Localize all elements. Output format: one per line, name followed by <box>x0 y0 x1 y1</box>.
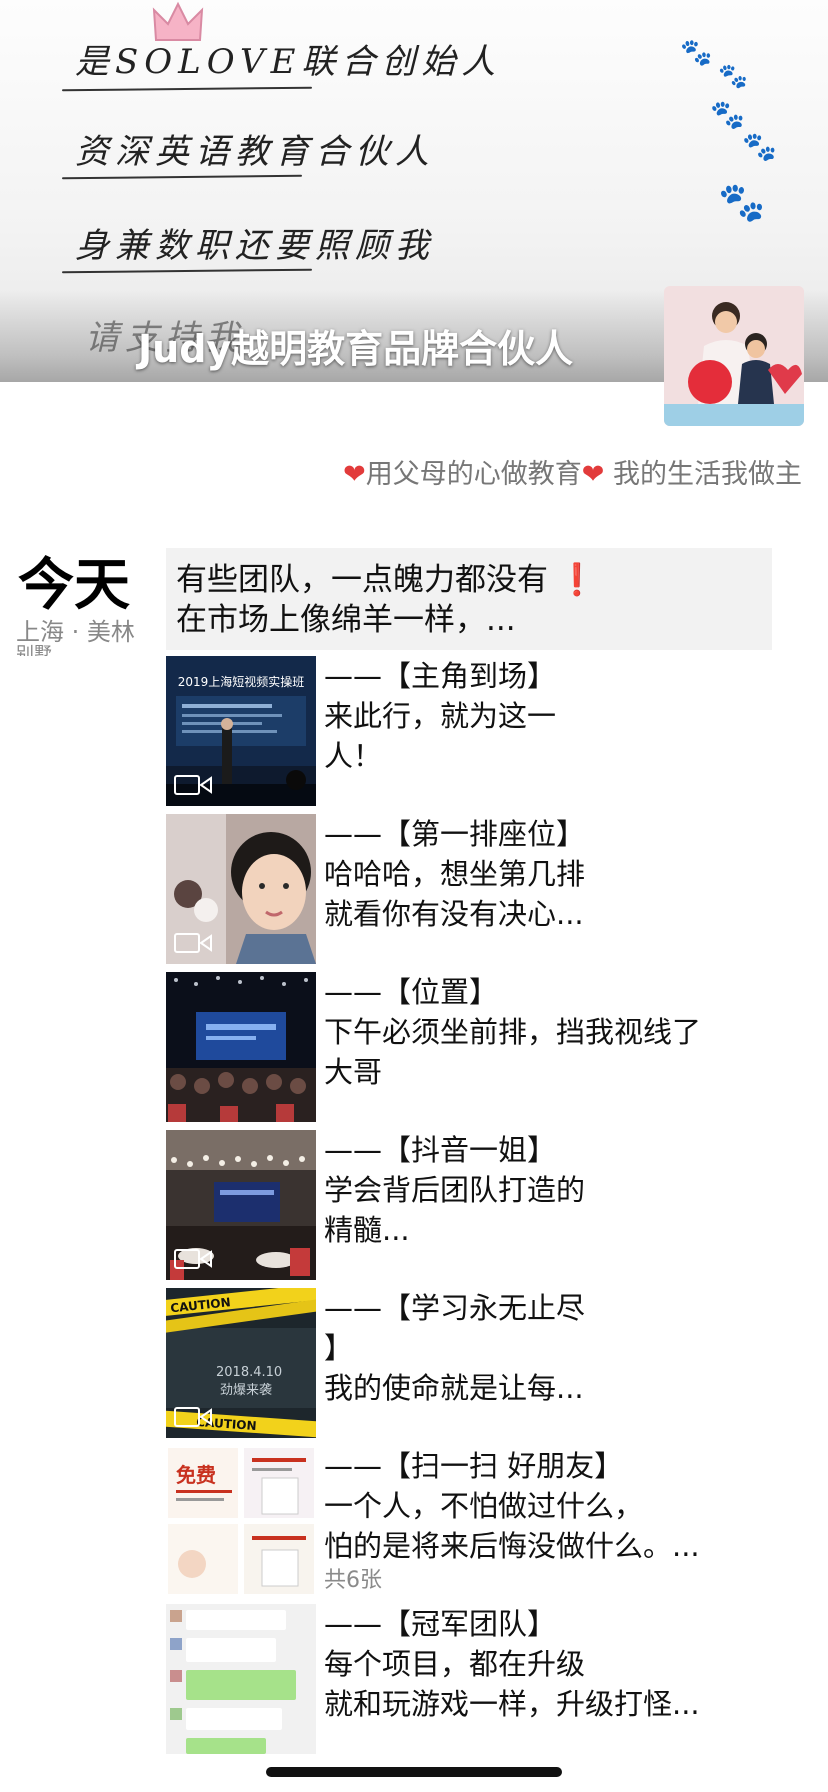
signature-text-1: 用父母的心做教育 <box>365 459 582 490</box>
text-post[interactable]: 有些团队，一点魄力都没有 ❗ 在市场上像绵羊一样，... <box>166 548 772 650</box>
post-caption: ——【第一排座位】 哈哈哈，想坐第几排 就看你有没有决心... <box>324 814 828 934</box>
profile-nickname[interactable]: Judy越明教育品牌合伙人 <box>138 318 573 373</box>
handwriting-line-1: 是SOLOVE联合创始人 <box>75 42 502 82</box>
post-caption: ——【扫一扫 好朋友】 一个人，不怕做过什么， 怕的是将来后悔没做什么。... … <box>324 1446 828 1596</box>
video-icon <box>174 775 212 795</box>
paw-print-icon: 🐾 <box>718 62 748 90</box>
avatar-photo <box>664 286 804 426</box>
post-thumbnail[interactable] <box>166 1130 316 1280</box>
post-date: 今天 <box>18 553 130 618</box>
post-caption: ——【学习永无止尽 】 我的使命就是让每... <box>324 1288 828 1408</box>
flyer-free-text: 免费 <box>176 1463 216 1487</box>
post-location-overflow: 别墅 <box>16 644 52 656</box>
feed-item[interactable]: ——【位置】 下午必须坐前排，挡我视线了 大哥 <box>166 972 806 1122</box>
photo-count: 共6张 <box>324 1568 382 1593</box>
post-thumbnail[interactable] <box>166 814 316 964</box>
thumbnail-label: 2019上海短视频实操班 <box>178 674 305 689</box>
paw-print-icon: 🐾 <box>718 180 766 224</box>
video-icon <box>174 1407 212 1427</box>
chat-screenshot-image <box>166 1604 316 1754</box>
post-thumbnail[interactable] <box>166 1604 316 1754</box>
feed-item[interactable]: ——【抖音一姐】 学会背后团队打造的 精髓... <box>166 1130 806 1280</box>
caption-line: 就看你有没有决心... <box>324 897 584 931</box>
text-post-line-2: 在市场上像绵羊一样，... <box>176 602 516 638</box>
caption-line: 精髓... <box>324 1213 410 1247</box>
caption-line: 下午必须坐前排，挡我视线了 <box>324 1015 702 1049</box>
post-thumbnail[interactable]: CAUTION 2018.4.10 劲爆来袭 CAUTION <box>166 1288 316 1438</box>
feed-item[interactable]: ——【第一排座位】 哈哈哈，想坐第几排 就看你有没有决心... <box>166 814 806 964</box>
handwriting-line-2: 资深英语教育合伙人 <box>75 132 435 172</box>
caption-line: ——【第一排座位】 <box>324 817 586 851</box>
post-thumbnail[interactable] <box>166 972 316 1122</box>
caption-line: 】 <box>324 1331 354 1365</box>
caption-line: 来此行，就为这一 <box>324 699 557 733</box>
feed-item[interactable]: CAUTION 2018.4.10 劲爆来袭 CAUTION ——【学习永无止尽… <box>166 1288 806 1438</box>
caption-line: 大哥 <box>324 1055 383 1089</box>
handwriting-underline <box>61 86 313 92</box>
paw-print-icon: 🐾 <box>710 98 745 131</box>
exclamation-icon: ❗ <box>557 562 597 598</box>
video-icon <box>174 1249 212 1269</box>
post-caption: ——【主角到场】 来此行，就为这一 人！ <box>324 656 828 776</box>
caption-line: 人！ <box>324 739 383 773</box>
post-thumbnail[interactable]: 免费 <box>166 1446 316 1596</box>
handwriting-underline <box>61 174 303 180</box>
paw-print-icon: 🐾 <box>742 130 777 163</box>
text-post-line-1: 有些团队，一点魄力都没有 ❗ <box>176 560 762 600</box>
heart-icon: ❤ <box>581 459 605 490</box>
caption-line: ——【学习永无止尽 <box>324 1291 586 1325</box>
caption-line: 哈哈哈，想坐第几排 <box>324 857 586 891</box>
conference-photo <box>166 972 316 1122</box>
signature-text-2: 我的生活我做主 <box>613 459 802 490</box>
post-caption: ——【抖音一姐】 学会背后团队打造的 精髓... <box>324 1130 828 1250</box>
caption-line: 怕的是将来后悔没做什么。... <box>324 1529 700 1563</box>
caption-line: 我的使命就是让每... <box>324 1371 584 1405</box>
post-caption: ——【位置】 下午必须坐前排，挡我视线了 大哥 <box>324 972 828 1092</box>
caption-line: 学会背后团队打造的 <box>324 1173 586 1207</box>
caption-line: 一个人，不怕做过什么， <box>324 1489 644 1523</box>
video-icon <box>174 933 212 953</box>
flyer-grid-image: 免费 <box>166 1446 316 1596</box>
caption-line: 每个项目，都在升级 <box>324 1647 586 1681</box>
post-caption: ——【冠军团队】 每个项目，都在升级 就和玩游戏一样，升级打怪... <box>324 1604 828 1724</box>
handwriting-underline <box>61 268 313 274</box>
profile-signature: ❤用父母的心做教育❤ 我的生活我做主 <box>343 452 802 491</box>
feed-item[interactable]: ——【冠军团队】 每个项目，都在升级 就和玩游戏一样，升级打怪... <box>166 1604 806 1754</box>
caption-line: ——【扫一扫 好朋友】 <box>324 1449 624 1483</box>
caption-line: ——【位置】 <box>324 975 499 1009</box>
caption-line: ——【冠军团队】 <box>324 1607 557 1641</box>
caption-line: ——【主角到场】 <box>324 659 557 693</box>
handwriting-line-3: 身兼数职还要照顾我 <box>75 226 435 266</box>
paw-print-icon: 🐾 <box>680 38 713 68</box>
text-post-line-1-text: 有些团队，一点魄力都没有 <box>176 562 548 598</box>
caption-line: 就和玩游戏一样，升级打怪... <box>324 1687 700 1721</box>
feed-item[interactable]: 2019上海短视频实操班 ——【主角到场】 来此行，就为这一 人！ <box>166 656 806 806</box>
profile-avatar[interactable] <box>664 286 804 426</box>
poster-date-text: 2018.4.10 <box>216 1365 282 1380</box>
feed-item[interactable]: 免费 ——【扫一扫 好朋友】 一个人，不怕做过什么， 怕的是将来后悔没做什么。.… <box>166 1446 806 1596</box>
post-thumbnail[interactable]: 2019上海短视频实操班 <box>166 656 316 806</box>
home-indicator[interactable] <box>266 1767 562 1777</box>
caption-line: ——【抖音一姐】 <box>324 1133 557 1167</box>
poster-headline-text: 劲爆来袭 <box>220 1383 272 1398</box>
heart-icon: ❤ <box>343 459 366 490</box>
